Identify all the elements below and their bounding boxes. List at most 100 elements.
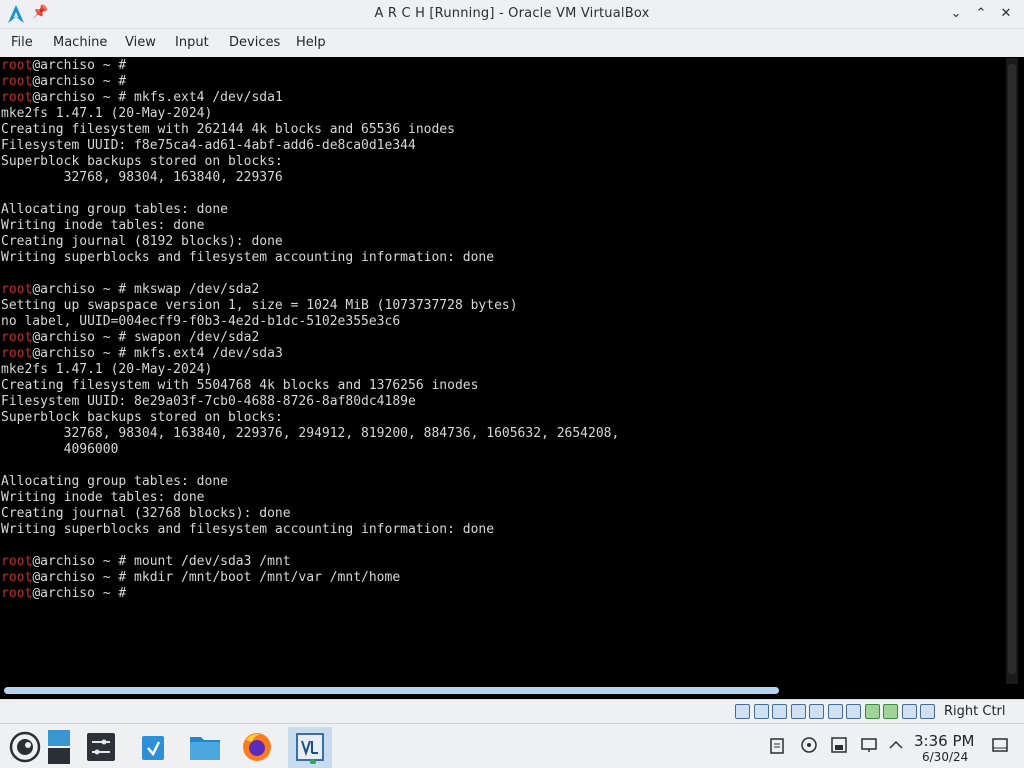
recording-icon[interactable] bbox=[864, 704, 880, 719]
show-desktop-icon[interactable] bbox=[991, 736, 1009, 754]
network-icon[interactable] bbox=[860, 736, 878, 754]
terminal-line: Writing superblocks and filesystem accou… bbox=[1, 522, 1005, 538]
taskbar: 3:36 PM 6/30/24 bbox=[0, 723, 1024, 768]
maximize-button[interactable]: ⌃ bbox=[971, 4, 991, 24]
line-text: 4096000 bbox=[1, 442, 119, 457]
usb-icon[interactable] bbox=[809, 704, 824, 719]
prompt-user: root bbox=[1, 330, 33, 345]
virtualbox-icon bbox=[296, 733, 324, 764]
horizontal-scrollbar[interactable] bbox=[0, 684, 1006, 696]
clipboard-icon[interactable] bbox=[768, 736, 786, 754]
menu-view[interactable]: View bbox=[125, 35, 156, 50]
close-button[interactable]: ✕ bbox=[996, 4, 1016, 24]
line-text: @archiso ~ # swapon /dev/sda2 bbox=[32, 330, 260, 345]
menu-file[interactable]: File bbox=[11, 35, 33, 50]
terminal-line: Filesystem UUID: f8e75ca4-ad61-4abf-add6… bbox=[1, 138, 1005, 154]
blue-app-icon[interactable] bbox=[42, 728, 80, 766]
terminal-output: root@archiso ~ # root@archiso ~ # root@arc… bbox=[1, 58, 1005, 602]
terminal-line: Superblock backups stored on blocks: bbox=[1, 410, 1005, 426]
line-text: Creating filesystem with 5504768 4k bloc… bbox=[1, 378, 479, 393]
line-text: 32768, 98304, 163840, 229376 bbox=[1, 170, 283, 185]
prompt-user: root bbox=[1, 90, 33, 105]
vertical-scrollbar[interactable] bbox=[1006, 58, 1018, 684]
terminal-line: mke2fs 1.47.1 (20-May-2024) bbox=[1, 106, 1005, 122]
prompt-user: root bbox=[1, 74, 33, 89]
terminal-line: Creating filesystem with 262144 4k block… bbox=[1, 122, 1005, 138]
vm-display[interactable]: root@archiso ~ # root@archiso ~ # root@arc… bbox=[0, 57, 1024, 699]
terminal-line: Creating journal (32768 blocks): done bbox=[1, 506, 1005, 522]
keyboard-capture-icon[interactable] bbox=[920, 704, 935, 719]
media-icon[interactable] bbox=[800, 736, 818, 754]
terminal-line: root@archiso ~ # mkdir /mnt/boot /mnt/va… bbox=[1, 570, 1005, 586]
terminal-line: 32768, 98304, 163840, 229376, 294912, 81… bbox=[1, 426, 1005, 442]
host-key-label[interactable]: Right Ctrl bbox=[944, 704, 1006, 719]
menu-input[interactable]: Input bbox=[175, 35, 209, 50]
terminal-line: Writing superblocks and filesystem accou… bbox=[1, 250, 1005, 266]
firefox-icon[interactable] bbox=[238, 728, 276, 766]
line-text: Creating filesystem with 262144 4k block… bbox=[1, 122, 455, 137]
terminal-line: root@archiso ~ # mkfs.ext4 /dev/sda3 bbox=[1, 346, 1005, 362]
virtualbox-task-active[interactable] bbox=[288, 727, 332, 768]
prompt-user: root bbox=[1, 58, 33, 73]
line-text: Filesystem UUID: f8e75ca4-ad61-4abf-add6… bbox=[1, 138, 416, 153]
line-text: Writing inode tables: done bbox=[1, 218, 205, 233]
line-text: Writing superblocks and filesystem accou… bbox=[1, 522, 495, 537]
prompt-user: root bbox=[1, 554, 33, 569]
shared-folders-icon[interactable] bbox=[827, 704, 843, 719]
file-manager-icon[interactable] bbox=[186, 728, 224, 766]
prompt-user: root bbox=[1, 282, 33, 297]
line-text: mke2fs 1.47.1 (20-May-2024) bbox=[1, 362, 213, 377]
horizontal-scrollbar-thumb[interactable] bbox=[4, 687, 779, 694]
terminal-line: Allocating group tables: done bbox=[1, 202, 1005, 218]
terminal-line: Creating filesystem with 5504768 4k bloc… bbox=[1, 378, 1005, 394]
line-text: Creating journal (32768 blocks): done bbox=[1, 506, 291, 521]
line-text: Allocating group tables: done bbox=[1, 202, 228, 217]
line-text: @archiso ~ # mkswap /dev/sda2 bbox=[32, 282, 260, 297]
line-text: @archiso ~ # mkfs.ext4 /dev/sda3 bbox=[32, 346, 283, 361]
opensuse-launcher-icon[interactable] bbox=[6, 728, 44, 766]
vertical-scrollbar-thumb[interactable] bbox=[1008, 64, 1016, 674]
window-titlebar[interactable]: 📌 A R C H [Running] - Oracle VM VirtualB… bbox=[0, 0, 1024, 29]
terminal-line: no label, UUID=004ecff9-f0b3-4e2d-b1dc-5… bbox=[1, 314, 1005, 330]
terminal-line: 4096000 bbox=[1, 442, 1005, 458]
prompt-user: root bbox=[1, 346, 33, 361]
terminal-line: Creating journal (8192 blocks): done bbox=[1, 234, 1005, 250]
system-settings-icon[interactable] bbox=[82, 728, 120, 766]
vm-status-bar: Right Ctrl bbox=[0, 699, 1024, 723]
terminal-line: root@archiso ~ # mount /dev/sda3 /mnt bbox=[1, 554, 1005, 570]
line-text: 32768, 98304, 163840, 229376, 294912, 81… bbox=[1, 426, 620, 441]
clock-time[interactable]: 3:36 PM bbox=[914, 732, 974, 750]
network-icon[interactable] bbox=[790, 704, 806, 719]
terminal-line: Allocating group tables: done bbox=[1, 474, 1005, 490]
storage-icon[interactable] bbox=[830, 736, 848, 754]
terminal-line: Writing inode tables: done bbox=[1, 218, 1005, 234]
discover-icon[interactable] bbox=[134, 728, 172, 766]
menu-help[interactable]: Help bbox=[296, 35, 326, 50]
show-hidden-icon[interactable] bbox=[887, 736, 905, 754]
menu-devices[interactable]: Devices bbox=[229, 35, 280, 50]
audio-icon[interactable] bbox=[772, 704, 787, 719]
prompt-user: root bbox=[1, 586, 33, 601]
menu-machine[interactable]: Machine bbox=[53, 35, 107, 50]
terminal-line: Superblock backups stored on blocks: bbox=[1, 154, 1005, 170]
terminal-line: root@archiso ~ # mkswap /dev/sda2 bbox=[1, 282, 1005, 298]
window-title: A R C H [Running] - Oracle VM VirtualBox bbox=[374, 6, 650, 21]
line-text: @archiso ~ # mount /dev/sda3 /mnt bbox=[32, 554, 291, 569]
line-text: Creating journal (8192 blocks): done bbox=[1, 234, 283, 249]
display-icon[interactable] bbox=[846, 704, 861, 719]
line-text: @archiso ~ # mkdir /mnt/boot /mnt/var /m… bbox=[32, 570, 401, 585]
prompt-user: root bbox=[1, 570, 33, 585]
clock-date[interactable]: 6/30/24 bbox=[922, 750, 968, 764]
mouse-integration-icon[interactable] bbox=[883, 704, 898, 719]
line-text: @archiso ~ # mkfs.ext4 /dev/sda1 bbox=[32, 90, 283, 105]
line-text: @archiso ~ # bbox=[32, 74, 127, 89]
cpu-icon[interactable] bbox=[901, 704, 917, 719]
hard-disk-icon[interactable] bbox=[735, 704, 750, 719]
optical-drive-icon[interactable] bbox=[753, 704, 769, 719]
menu-bar: File Machine View Input Devices Help bbox=[0, 29, 1024, 57]
terminal-line: root@archiso ~ # mkfs.ext4 /dev/sda1 bbox=[1, 90, 1005, 106]
minimize-button[interactable]: ⌄ bbox=[946, 4, 966, 24]
